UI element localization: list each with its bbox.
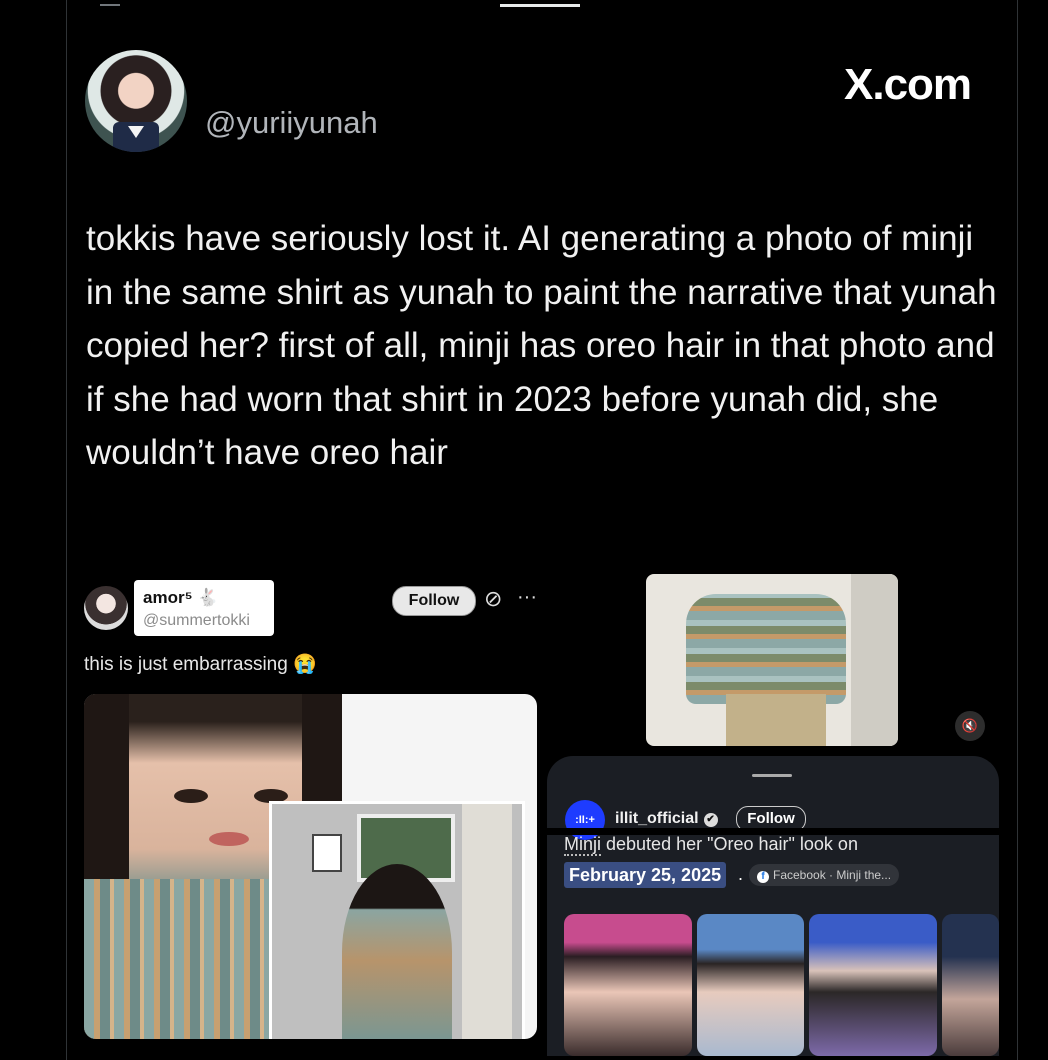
mute-icon[interactable]: 🔇 bbox=[955, 711, 985, 741]
avatar[interactable] bbox=[85, 50, 187, 152]
verified-icon: ✔ bbox=[703, 813, 718, 827]
quoted-name[interactable]: amor⁵ 🐇 bbox=[139, 588, 223, 608]
snippet-rest: debuted her "Oreo hair" look on bbox=[601, 834, 858, 854]
result-image-1[interactable] bbox=[564, 914, 692, 1056]
facebook-icon: f bbox=[757, 871, 769, 883]
result-snippet: Minji debuted her "Oreo hair" look on bbox=[564, 834, 858, 856]
illit-account-name[interactable]: illit_official ✔ bbox=[615, 810, 718, 828]
snippet-term[interactable]: Minji bbox=[564, 834, 602, 856]
result-image-4[interactable] bbox=[942, 914, 999, 1056]
source-chip[interactable]: f Facebook · Minji the... bbox=[749, 864, 900, 886]
illit-name-text[interactable]: illit_official bbox=[615, 810, 699, 827]
result-image-3[interactable] bbox=[809, 914, 937, 1056]
quoted-avatar[interactable] bbox=[84, 586, 128, 630]
back-arrow-icon[interactable] bbox=[100, 0, 120, 6]
author-handle[interactable]: @yuriiyunah bbox=[205, 105, 378, 141]
sweater-video-frame[interactable] bbox=[646, 574, 898, 746]
grok-icon[interactable]: ⊘ bbox=[484, 586, 502, 612]
quoted-text: this is just embarrassing 😭 bbox=[84, 654, 317, 675]
result-image-2[interactable] bbox=[697, 914, 804, 1056]
source-label: Facebook · Minji the... bbox=[773, 868, 892, 882]
more-icon[interactable]: ··· bbox=[517, 586, 537, 609]
x-watermark: X.com bbox=[844, 60, 972, 109]
quoted-image[interactable] bbox=[84, 694, 537, 1039]
post-text: tokkis have seriously lost it. AI genera… bbox=[86, 219, 997, 472]
drag-handle[interactable] bbox=[752, 774, 792, 777]
quoted-handle[interactable]: @summertokki bbox=[139, 612, 254, 630]
search-result-card: :II:+ illit_official ✔ Follow Minji debut… bbox=[547, 756, 999, 1056]
quoted-follow-button[interactable]: Follow bbox=[392, 586, 476, 616]
date-period: . bbox=[738, 864, 744, 884]
highlighted-date: February 25, 2025 bbox=[564, 862, 727, 888]
mirror-selfie-image bbox=[269, 801, 525, 1039]
header-title-fragment bbox=[500, 0, 580, 7]
